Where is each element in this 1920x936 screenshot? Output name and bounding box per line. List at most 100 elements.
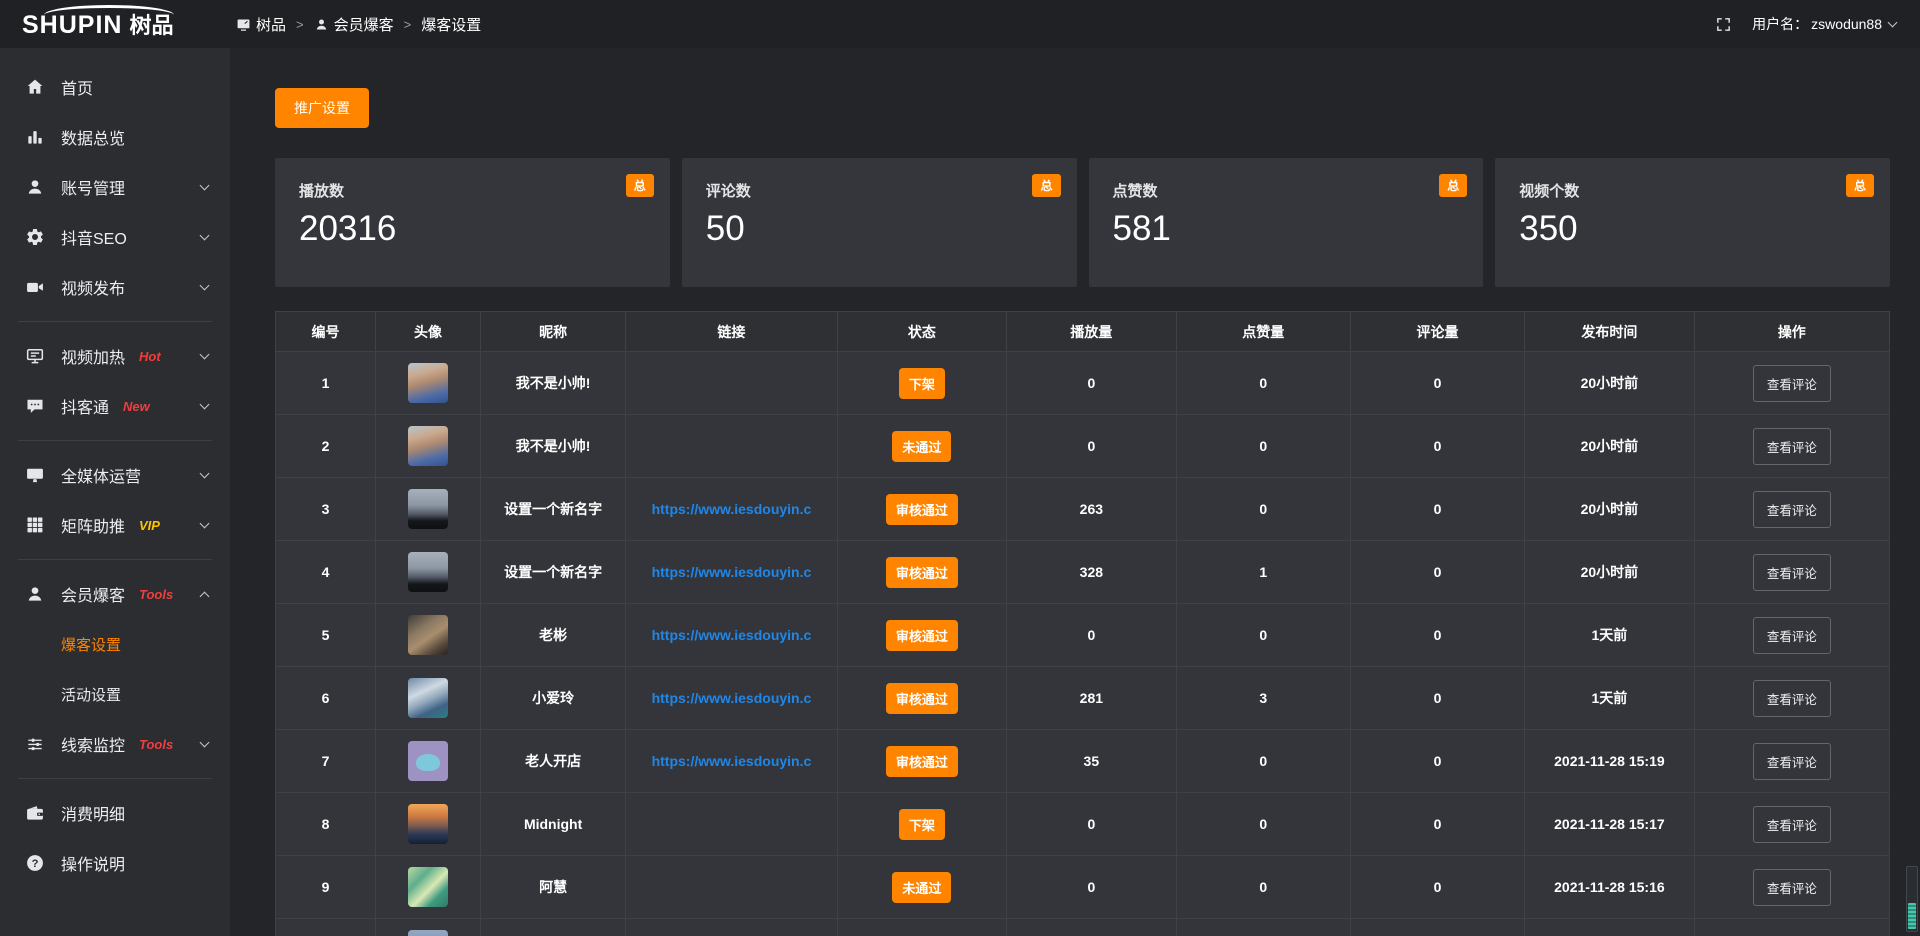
- video-link[interactable]: https://www.iesdouyin.c: [626, 564, 836, 580]
- cell-id: 4: [276, 541, 376, 604]
- sidebar-item[interactable]: 矩阵助推VIP: [0, 500, 230, 550]
- cell-avatar: [376, 730, 481, 793]
- cell-comments: 0: [1350, 856, 1524, 919]
- stat-card: 播放数总20316: [275, 158, 670, 287]
- cell-likes: 0: [1176, 352, 1350, 415]
- cell-plays: 281: [1007, 667, 1176, 730]
- sidebar-item[interactable]: 账号管理: [0, 162, 230, 212]
- table-row: 9阿慧未通过0002021-11-28 15:16查看评论: [276, 856, 1890, 919]
- cell-plays: 0: [1007, 793, 1176, 856]
- cell-id: 5: [276, 604, 376, 667]
- cell-nickname: 老人开店: [480, 730, 625, 793]
- sidebar-divider: [18, 778, 212, 779]
- chevron-down-icon: [200, 350, 210, 360]
- cell-comments: 0: [1350, 541, 1524, 604]
- cell-nickname: [480, 919, 625, 936]
- video-link[interactable]: https://www.iesdouyin.c: [626, 753, 836, 769]
- cell-publish-time: 1天前: [1525, 604, 1694, 667]
- cell-status: 审核通过: [837, 541, 1006, 604]
- column-header: 昵称: [480, 312, 625, 352]
- sidebar-item[interactable]: 消费明细: [0, 788, 230, 838]
- video-link[interactable]: https://www.iesdouyin.c: [626, 501, 836, 517]
- promo-settings-button[interactable]: 推广设置: [275, 88, 369, 128]
- cell-nickname: 老彬: [480, 604, 625, 667]
- cell-id: 3: [276, 478, 376, 541]
- view-comments-button[interactable]: 查看评论: [1753, 869, 1831, 906]
- cell-comments: 0: [1350, 352, 1524, 415]
- view-comments-button[interactable]: 查看评论: [1753, 365, 1831, 402]
- status-badge: 未通过: [892, 872, 951, 903]
- scrollbar-thumb[interactable]: [1908, 903, 1916, 929]
- view-comments-button[interactable]: 查看评论: [1753, 617, 1831, 654]
- cell-action: 查看评论: [1694, 667, 1889, 730]
- chevron-down-icon: [200, 181, 210, 191]
- cell-comments: [1350, 919, 1524, 936]
- fullscreen-icon[interactable]: [1715, 16, 1732, 33]
- avatar: [408, 741, 448, 781]
- sidebar-item[interactable]: 视频加热Hot: [0, 331, 230, 381]
- cell-link: https://www.iesdouyin.c: [626, 730, 837, 793]
- status-badge: 未通过: [892, 431, 951, 462]
- cell-status: 下架: [837, 352, 1006, 415]
- sidebar-item[interactable]: 数据总览: [0, 112, 230, 162]
- chart-icon: [25, 127, 45, 147]
- breadcrumb-item[interactable]: 树品: [236, 14, 286, 35]
- stat-card-value: 581: [1113, 209, 1460, 249]
- cell-likes: 1: [1176, 541, 1350, 604]
- view-comments-button[interactable]: 查看评论: [1753, 743, 1831, 780]
- sidebar-item-label: 视频发布: [61, 275, 125, 299]
- sidebar-item[interactable]: 全媒体运营: [0, 450, 230, 500]
- avatar: [408, 363, 448, 403]
- sidebar-subitem[interactable]: 爆客设置: [0, 619, 230, 669]
- cell-plays: 0: [1007, 415, 1176, 478]
- cell-plays: 0: [1007, 352, 1176, 415]
- stat-card: 点赞数总581: [1089, 158, 1484, 287]
- sidebar-item[interactable]: ?操作说明: [0, 838, 230, 888]
- column-header: 发布时间: [1525, 312, 1694, 352]
- videos-table: 编号头像昵称链接状态播放量点赞量评论量发布时间操作 1我不是小帅!下架00020…: [275, 311, 1890, 936]
- view-comments-button[interactable]: 查看评论: [1753, 554, 1831, 591]
- view-comments-button[interactable]: 查看评论: [1753, 491, 1831, 528]
- cell-status: 审核通过: [837, 604, 1006, 667]
- chevron-down-icon: [1888, 17, 1898, 27]
- cell-action: 查看评论: [1694, 793, 1889, 856]
- avatar: [408, 678, 448, 718]
- cell-plays: 328: [1007, 541, 1176, 604]
- cell-likes: [1176, 919, 1350, 936]
- cell-link: https://www.iesdouyin.c: [626, 478, 837, 541]
- sidebar-item[interactable]: 首页: [0, 62, 230, 112]
- breadcrumb-item[interactable]: 会员爆客: [314, 14, 394, 35]
- page-scrollbar[interactable]: [1906, 866, 1918, 932]
- sidebar-subitem[interactable]: 活动设置: [0, 669, 230, 719]
- table-row: 1我不是小帅!下架00020小时前查看评论: [276, 352, 1890, 415]
- username: zswodun88: [1811, 16, 1882, 32]
- cell-status: 下架: [837, 793, 1006, 856]
- sidebar-item[interactable]: 会员爆客Tools: [0, 569, 230, 619]
- sidebar-item-label: 消费明细: [61, 801, 125, 825]
- cell-id: [276, 919, 376, 936]
- cell-comments: 0: [1350, 667, 1524, 730]
- status-badge: 下架: [899, 809, 945, 840]
- sidebar-item[interactable]: 线索监控Tools: [0, 719, 230, 769]
- column-header: 播放量: [1007, 312, 1176, 352]
- sidebar-item-label: 线索监控: [61, 732, 125, 756]
- cell-action: 查看评论: [1694, 352, 1889, 415]
- sidebar-item[interactable]: 抖客通New: [0, 381, 230, 431]
- avatar: [408, 615, 448, 655]
- view-comments-button[interactable]: 查看评论: [1753, 428, 1831, 465]
- video-link[interactable]: https://www.iesdouyin.c: [626, 690, 836, 706]
- sidebar-item[interactable]: 抖音SEO: [0, 212, 230, 262]
- breadcrumb-item[interactable]: 爆客设置: [421, 14, 481, 35]
- user-menu[interactable]: 用户名：zswodun88: [1752, 14, 1896, 34]
- cell-likes: 0: [1176, 415, 1350, 478]
- breadcrumb-separator: >: [296, 17, 304, 32]
- sidebar-item-label: 矩阵助推: [61, 513, 125, 537]
- cell-id: 9: [276, 856, 376, 919]
- avatar: [408, 489, 448, 529]
- view-comments-button[interactable]: 查看评论: [1753, 806, 1831, 843]
- sidebar-item[interactable]: 视频发布: [0, 262, 230, 312]
- cell-nickname: 我不是小帅!: [480, 352, 625, 415]
- cell-link: https://www.iesdouyin.c: [626, 541, 837, 604]
- video-link[interactable]: https://www.iesdouyin.c: [626, 627, 836, 643]
- view-comments-button[interactable]: 查看评论: [1753, 680, 1831, 717]
